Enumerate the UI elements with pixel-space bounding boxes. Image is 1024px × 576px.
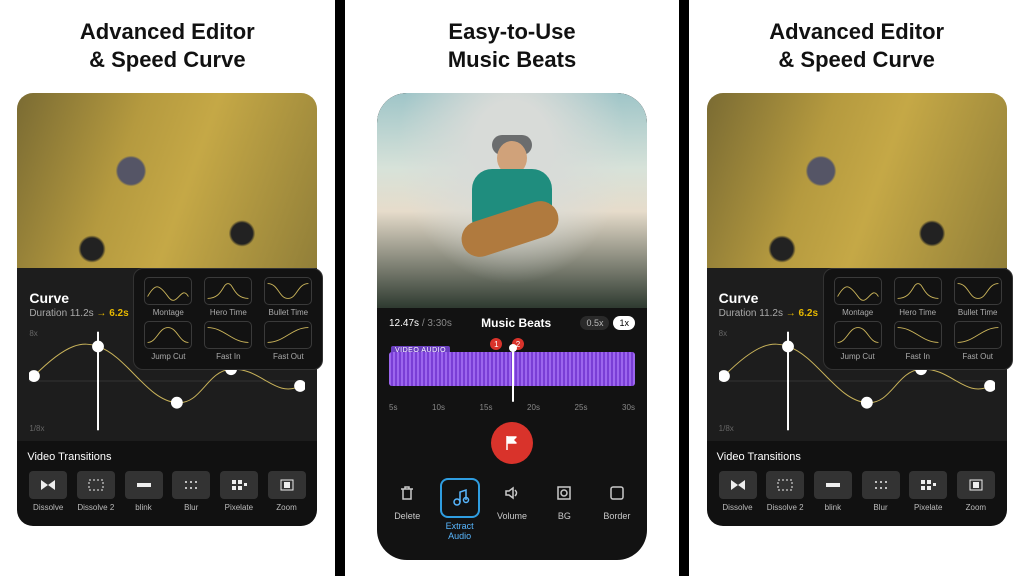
transition-dissolve[interactable]: Dissolve xyxy=(717,471,759,512)
curve-preset-jump-cut[interactable]: Jump Cut xyxy=(140,321,196,361)
curve-preset-hero-time[interactable]: Hero Time xyxy=(890,277,946,317)
transition-pixelate[interactable]: Pixelate xyxy=(907,471,949,512)
title-line-1: Advanced Editor xyxy=(769,19,944,44)
tool-volume[interactable]: Volume xyxy=(486,478,538,542)
transition-dissolve2[interactable]: Dissolve 2 xyxy=(764,471,806,512)
transition-dissolve[interactable]: Dissolve xyxy=(27,471,69,512)
dissolve2-icon xyxy=(77,471,115,499)
music-card: 12.47s / 3:30s Music Beats 0.5x 1x VIDEO… xyxy=(377,93,647,560)
curve-preset-bullet-time[interactable]: Bullet Time xyxy=(950,277,1006,317)
add-beat-flag-button[interactable] xyxy=(491,422,533,464)
arrow-icon: → xyxy=(786,308,799,319)
tool-extract-audio[interactable]: ExtractAudio xyxy=(433,478,485,542)
trash-icon xyxy=(392,478,422,508)
y-axis-min: 1/8x xyxy=(29,424,44,433)
curve-preset-hero-time[interactable]: Hero Time xyxy=(200,277,256,317)
bg-icon xyxy=(549,478,579,508)
transitions-panel: Video Transitions Dissolve Dissolve 2 bl… xyxy=(707,441,1007,526)
panel-editor-left: Advanced Editor & Speed Curve Montage He… xyxy=(0,0,335,576)
tool-bg[interactable]: BG xyxy=(538,478,590,542)
speed-1x[interactable]: 1x xyxy=(613,316,635,330)
transition-blink[interactable]: blink xyxy=(123,471,165,512)
video-preview[interactable] xyxy=(377,93,647,308)
border-icon xyxy=(602,478,632,508)
curve-preset-montage[interactable]: Montage xyxy=(830,277,886,317)
panel-editor-right: Advanced Editor & Speed Curve Montage He… xyxy=(679,0,1024,576)
curve-presets-popup: Montage Hero Time Bullet Time Jump Cut F… xyxy=(133,268,323,370)
pixelate-icon xyxy=(220,471,258,499)
dissolve-icon xyxy=(29,471,67,499)
title-line-2: & Speed Curve xyxy=(778,47,935,72)
transition-zoom[interactable]: Zoom xyxy=(266,471,308,512)
playhead[interactable] xyxy=(512,348,514,402)
curve-preset-grid: Montage Hero Time Bullet Time Jump Cut F… xyxy=(140,277,316,361)
title-line-1: Easy-to-Use xyxy=(448,19,575,44)
transition-dissolve2[interactable]: Dissolve 2 xyxy=(75,471,117,512)
beats-header: 12.47s / 3:30s Music Beats 0.5x 1x xyxy=(377,308,647,338)
arrow-icon: → xyxy=(96,308,109,319)
curve-preset-jump-cut[interactable]: Jump Cut xyxy=(830,321,886,361)
transition-blink[interactable]: blink xyxy=(812,471,854,512)
transitions-title: Video Transitions xyxy=(717,451,997,463)
blink-icon xyxy=(125,471,163,499)
playhead-time: 12.47s / 3:30s xyxy=(389,318,452,329)
editor-card: Montage Hero Time Bullet Time Jump Cut F… xyxy=(17,93,317,526)
beat-marker-1[interactable]: 1 xyxy=(490,338,502,350)
title-line-2: & Speed Curve xyxy=(89,47,246,72)
transitions-row: Dissolve Dissolve 2 blink Blur Pixelate xyxy=(27,471,307,512)
transition-pixelate[interactable]: Pixelate xyxy=(218,471,260,512)
video-preview[interactable] xyxy=(707,93,1007,288)
video-preview[interactable] xyxy=(17,93,317,288)
volume-icon xyxy=(497,478,527,508)
transition-blur[interactable]: Blur xyxy=(860,471,902,512)
curve-preset-fast-out[interactable]: Fast Out xyxy=(260,321,316,361)
curve-preset-fast-out[interactable]: Fast Out xyxy=(950,321,1006,361)
blur-icon xyxy=(172,471,210,499)
editor-card: Montage Hero Time Bullet Time Jump Cut F… xyxy=(707,93,1007,526)
transition-zoom[interactable]: Zoom xyxy=(955,471,997,512)
toolbar: Delete ExtractAudio Volume BG Border xyxy=(377,472,647,560)
extract-audio-icon xyxy=(440,478,480,518)
panel-title: Advanced Editor & Speed Curve xyxy=(769,18,944,73)
transition-blur[interactable]: Blur xyxy=(170,471,212,512)
zoom-icon xyxy=(268,471,306,499)
guitarist-figure xyxy=(452,141,572,281)
tool-label: ExtractAudio xyxy=(433,522,485,542)
panel-title: Advanced Editor & Speed Curve xyxy=(80,18,255,73)
title-line-1: Advanced Editor xyxy=(80,19,255,44)
panel-title: Easy-to-Use Music Beats xyxy=(448,18,576,73)
panel-music-beats: Easy-to-Use Music Beats 12.47s / 3:30s M… xyxy=(335,0,680,576)
curve-preset-montage[interactable]: Montage xyxy=(140,277,196,317)
time-ticks: 5s 10s 15s 20s 25s 30s xyxy=(389,403,635,412)
tool-border[interactable]: Border xyxy=(591,478,643,542)
transitions-title: Video Transitions xyxy=(27,451,307,463)
transitions-panel: Video Transitions Dissolve Dissolve 2 bl… xyxy=(17,441,317,526)
y-axis-max: 8x xyxy=(29,329,37,338)
speed-05x[interactable]: 0.5x xyxy=(580,316,609,330)
title-line-2: Music Beats xyxy=(448,47,576,72)
tool-delete[interactable]: Delete xyxy=(381,478,433,542)
curve-presets-popup: Montage Hero Time Bullet Time Jump Cut F… xyxy=(823,268,1013,370)
beats-title: Music Beats xyxy=(452,316,581,330)
playback-speed: 0.5x 1x xyxy=(580,316,635,330)
curve-preset-bullet-time[interactable]: Bullet Time xyxy=(260,277,316,317)
curve-preset-fast-in[interactable]: Fast In xyxy=(200,321,256,361)
curve-preset-fast-in[interactable]: Fast In xyxy=(890,321,946,361)
audio-timeline[interactable]: VIDEO AUDIO 1 2 5s 10s 15s 20s 25s 30s xyxy=(377,338,647,416)
